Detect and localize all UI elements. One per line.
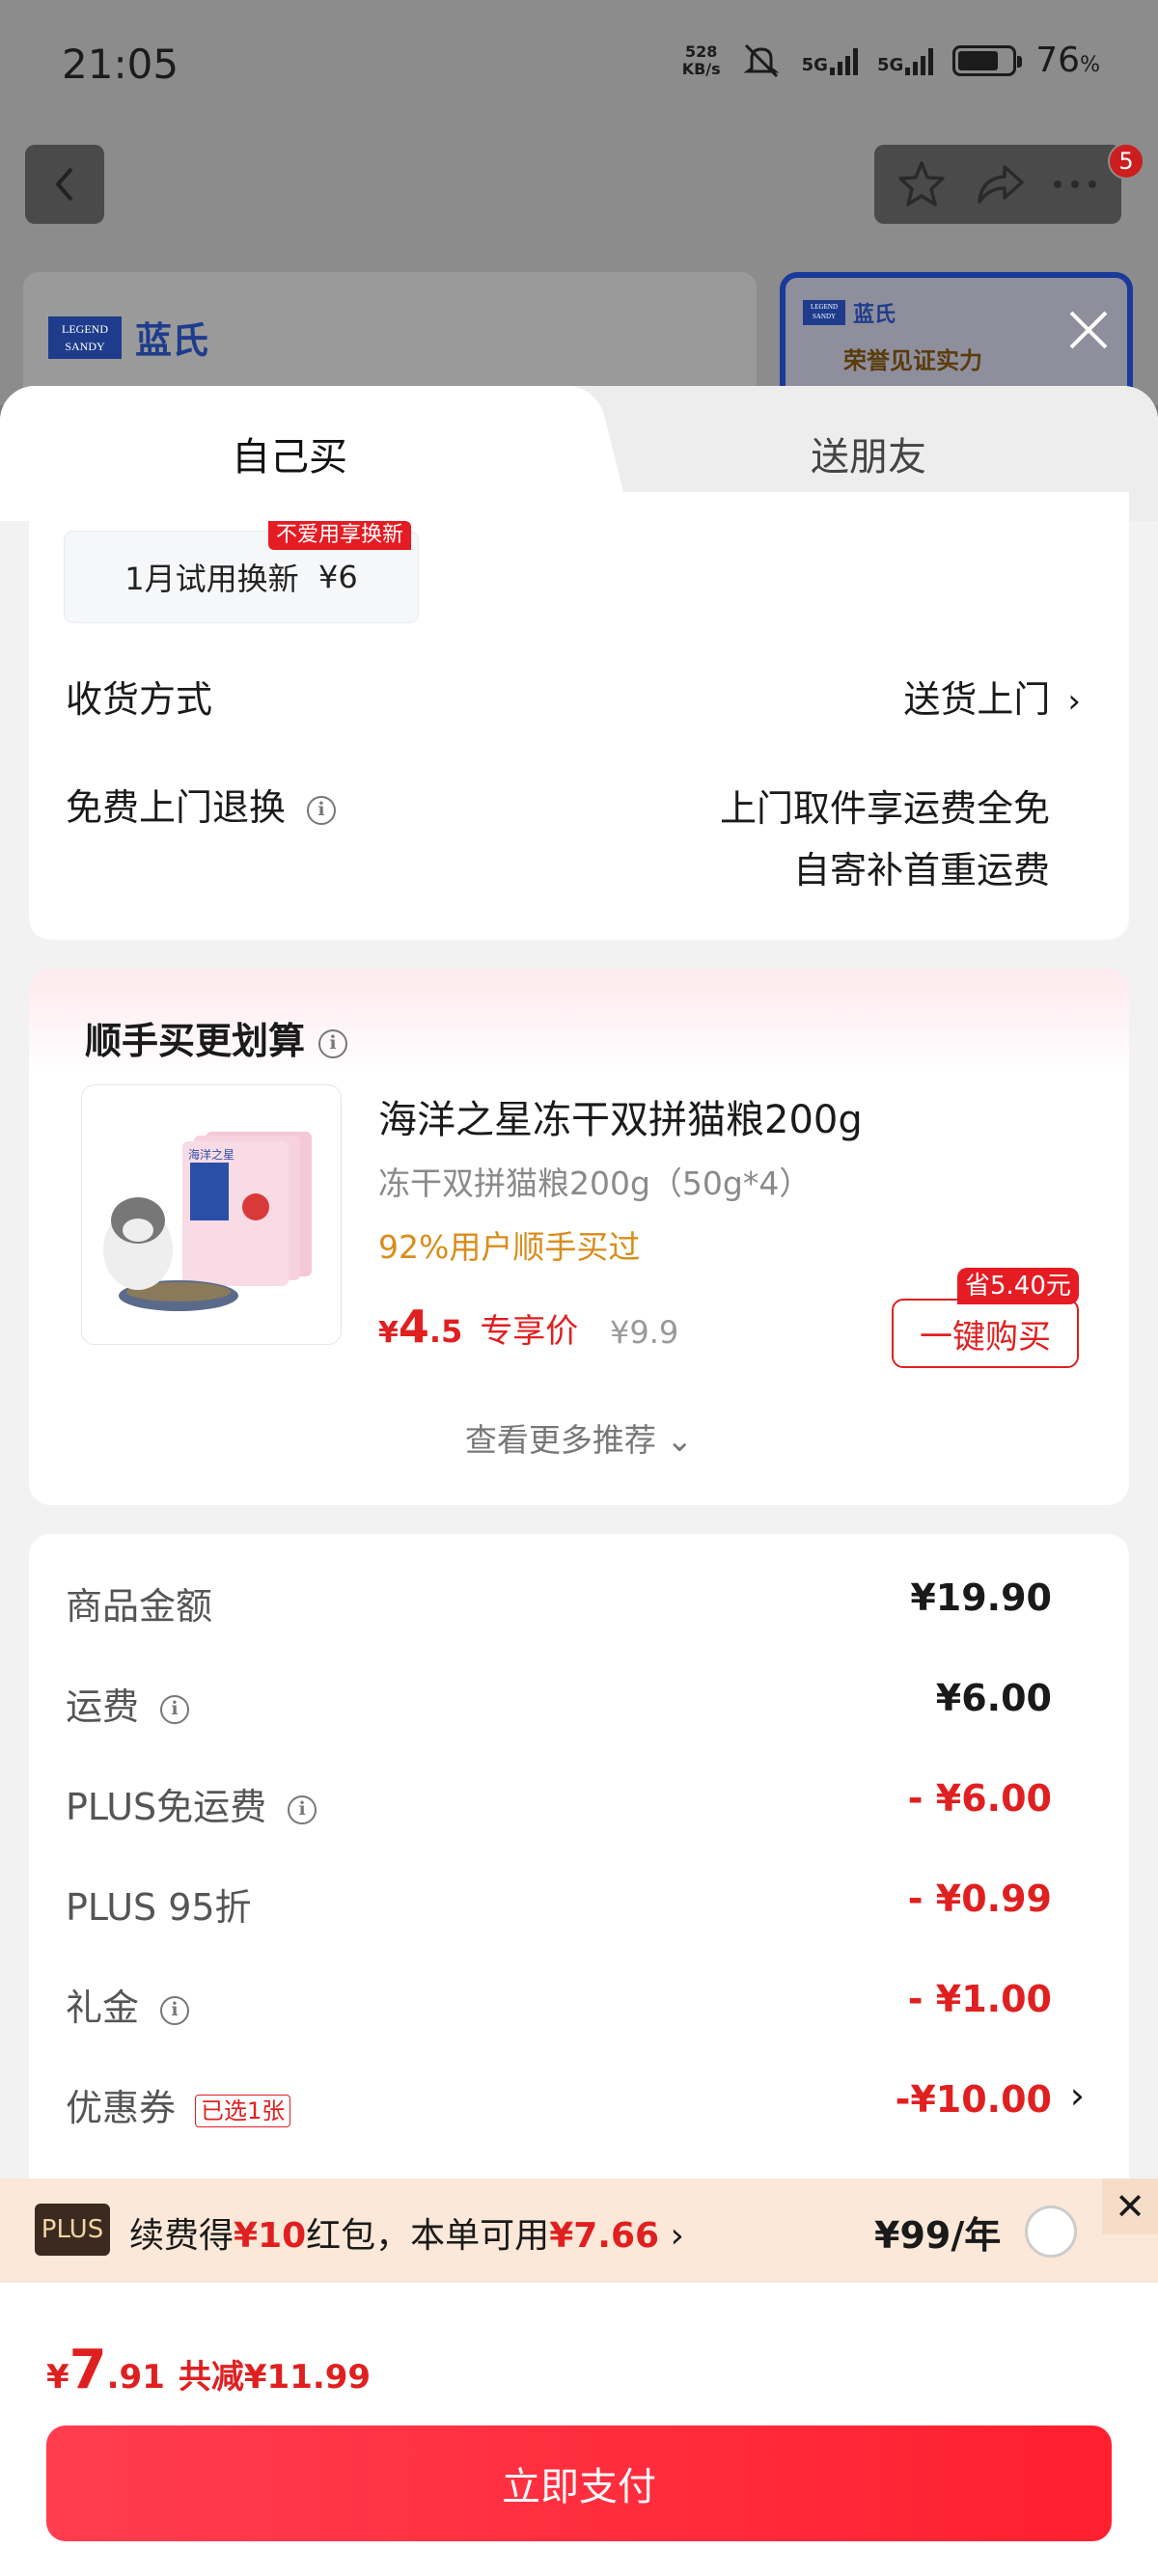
recommend-card: 顺手买更划算 i 海洋之星 海洋之星冻干双拼猫粮200g 冻干双拼猫粮200g（5… [29, 969, 1129, 1505]
chevron-right-icon: › [659, 2216, 684, 2256]
chevron-down-icon: ⌄ [666, 1421, 694, 1459]
plus-offer-text: 续费得¥10红包，本单可用¥7.66 › [129, 2216, 684, 2256]
delivery-card: 1月试用换新 ¥6 不爱用享换新 收货方式 送货上门 › 免费上门退换 i 上门取件… [29, 492, 1129, 940]
checkout-sheet: 送朋友 自己买 1月试用换新 ¥6 不爱用享换新 收货方式 送货上门 › 免费上门… [0, 386, 1158, 2576]
coupon-value[interactable]: -¥10.00 [896, 2078, 1052, 2121]
price-row-label: 运费 i [66, 1677, 190, 1730]
chevron-right-icon[interactable]: › [1070, 2074, 1085, 2117]
signal-1-icon: 5G [802, 46, 858, 75]
promo-logo: LEGEND SANDY 蓝氏 [803, 297, 896, 328]
brand-name: 蓝氏 [135, 319, 209, 362]
price-row-value: ¥19.90 [910, 1576, 1052, 1619]
cat-food-image: 海洋之星 [103, 1132, 312, 1311]
coupon-label[interactable]: 优惠券 已选1张 [66, 2078, 291, 2131]
signal-2-icon: 5G [877, 46, 934, 75]
plus-upsell-bar[interactable]: PLUS 续费得¥10红包，本单可用¥7.66 › ¥99/年 ✕ [0, 2179, 1158, 2283]
network-speed: 528 KB/s [681, 41, 721, 78]
see-more-recommend[interactable]: 查看更多推荐 ⌄ [29, 1414, 1129, 1461]
free-return-label: 免费上门退换 i [66, 778, 337, 831]
coupon-selected-tag: 已选1张 [195, 2094, 291, 2127]
tab-gift-friend[interactable]: 送朋友 [579, 386, 1158, 521]
star-icon[interactable] [896, 159, 947, 209]
total-price: ¥7.91 共减¥11.99 [46, 2339, 372, 2401]
plus-close-button[interactable]: ✕ [1102, 2179, 1158, 2234]
svg-text:海洋之星: 海洋之星 [188, 1147, 234, 1162]
pay-now-button[interactable]: 立即支付 [46, 2425, 1112, 2541]
chevron-right-icon: › [1067, 682, 1081, 721]
product-spec: 冻干双拼猫粮200g（50g*4） [378, 1165, 812, 1202]
delivery-method-selector[interactable]: 送货上门 › [903, 670, 1081, 723]
close-icon [1069, 311, 1108, 349]
info-icon[interactable]: i [318, 1028, 348, 1058]
share-icon[interactable] [972, 161, 1026, 207]
notification-badge: 5 [1108, 143, 1144, 179]
status-bar: 21:05 528 KB/s 5G 5G 76% [0, 0, 1158, 125]
more-icon[interactable] [1051, 178, 1099, 191]
status-time: 21:05 [62, 41, 179, 88]
promo-title: 荣誉见证实力 [843, 347, 982, 374]
plus-select-radio[interactable] [1025, 2206, 1077, 2258]
price-row-label: PLUS 95折 [66, 1886, 252, 1929]
total-saved: 共减¥11.99 [178, 2358, 372, 2397]
status-icons: 528 KB/s 5G 5G 76% [682, 41, 1100, 80]
info-icon[interactable]: i [160, 1995, 190, 2025]
info-icon[interactable]: i [288, 1795, 317, 1824]
top-actions [874, 145, 1121, 224]
one-click-buy-button[interactable]: 一键购买 [892, 1299, 1079, 1368]
original-price: ¥9.9 [610, 1314, 679, 1351]
info-icon[interactable]: i [160, 1694, 190, 1724]
product-price: ¥4.5 专享价 [378, 1301, 579, 1353]
social-proof: 92%用户顺手买过 [378, 1228, 641, 1266]
save-tag: 省5.40元 [957, 1268, 1079, 1304]
product-image[interactable]: 海洋之星 [81, 1084, 342, 1345]
price-row-value: - ¥1.00 [907, 1978, 1052, 2020]
brand-logo: LEGEND SANDY 蓝氏 [48, 311, 208, 364]
price-row-label: 商品金额 [66, 1585, 213, 1628]
price-row-label: PLUS免运费 i [66, 1777, 317, 1830]
pay-bar: ¥7.91 共减¥11.99 立即支付 [0, 2283, 1158, 2576]
product-name[interactable]: 海洋之星冻干双拼猫粮200g [378, 1088, 863, 1144]
battery-percent: 76% [1035, 41, 1100, 80]
chevron-left-icon [55, 167, 73, 202]
delivery-method-label: 收货方式 [66, 678, 213, 721]
info-icon[interactable]: i [307, 795, 337, 825]
back-button[interactable] [25, 145, 104, 224]
battery-icon [952, 44, 1023, 76]
price-row-value: ¥6.00 [935, 1677, 1052, 1719]
price-row-label: 礼金 i [66, 1978, 190, 2031]
recommend-title: 顺手买更划算 i [85, 1011, 348, 1064]
price-row-value: - ¥6.00 [907, 1777, 1052, 1820]
plus-price: ¥99/年 [874, 2214, 1002, 2257]
trial-tag: 不爱用享换新 [268, 521, 412, 550]
close-icon: ✕ [1115, 2185, 1145, 2228]
price-detail-card: 商品金额 ¥19.90 运费 i ¥6.00 PLUS免运费 i - ¥6.00 P… [29, 1534, 1129, 2248]
plus-badge: PLUS [35, 2204, 110, 2256]
free-return-info: 上门取件享运费全免 自寄补首重运费 [719, 787, 1050, 891]
close-sheet-button[interactable] [1060, 301, 1117, 359]
legend-logo: LEGEND SANDY [48, 315, 122, 359]
mute-bell-icon [743, 43, 780, 77]
price-row-value: - ¥0.99 [907, 1877, 1052, 1920]
